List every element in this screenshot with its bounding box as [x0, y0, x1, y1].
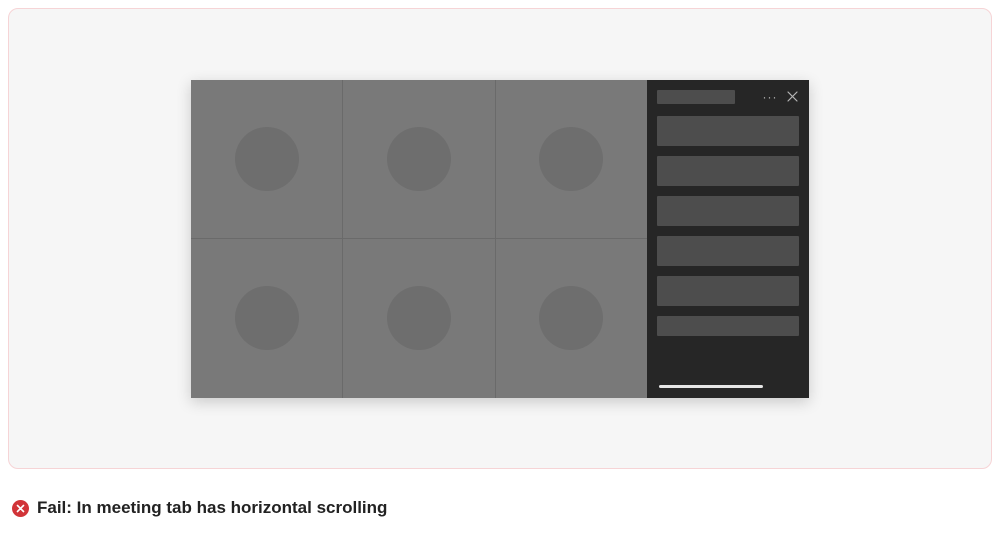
more-icon[interactable]: ···	[763, 90, 777, 104]
video-tile	[343, 239, 494, 398]
panel-item[interactable]	[657, 196, 799, 226]
panel-item[interactable]	[657, 156, 799, 186]
panel-list	[657, 116, 799, 336]
meeting-side-panel: ···	[647, 80, 809, 398]
panel-item[interactable]	[657, 236, 799, 266]
avatar-placeholder	[235, 286, 299, 350]
video-tile	[496, 80, 647, 239]
panel-item[interactable]	[657, 116, 799, 146]
panel-item[interactable]	[657, 316, 799, 336]
close-icon[interactable]	[785, 90, 799, 104]
avatar-placeholder	[539, 286, 603, 350]
horizontal-scrollbar[interactable]	[659, 385, 763, 388]
example-card: ···	[8, 8, 992, 469]
avatar-placeholder	[387, 127, 451, 191]
meeting-window: ···	[191, 80, 809, 398]
panel-title-placeholder	[657, 90, 735, 104]
status-text: Fail: In meeting tab has horizontal scro…	[37, 498, 387, 518]
fail-icon	[12, 500, 29, 517]
panel-item[interactable]	[657, 276, 799, 306]
video-tile	[191, 80, 342, 239]
panel-header: ···	[657, 88, 799, 106]
avatar-placeholder	[235, 127, 299, 191]
video-grid	[191, 80, 647, 398]
status-row: Fail: In meeting tab has horizontal scro…	[12, 498, 387, 518]
video-tile	[496, 239, 647, 398]
video-tile	[191, 239, 342, 398]
avatar-placeholder	[387, 286, 451, 350]
avatar-placeholder	[539, 127, 603, 191]
video-tile	[343, 80, 494, 239]
